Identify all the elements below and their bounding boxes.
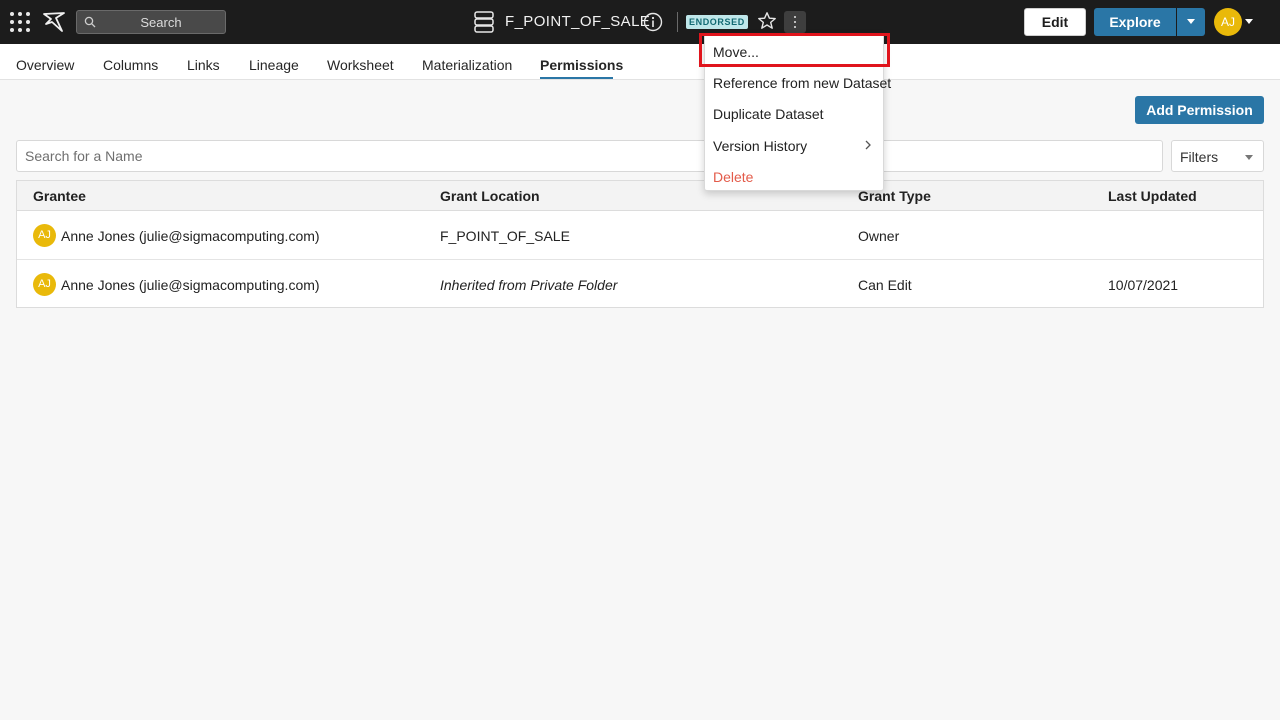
- tab-worksheet[interactable]: Worksheet: [327, 57, 394, 73]
- column-header-last-updated[interactable]: Last Updated: [1108, 188, 1197, 204]
- grant-type-cell: Can Edit: [858, 277, 912, 293]
- menu-item-delete[interactable]: Delete: [705, 161, 883, 191]
- search-label: Search: [140, 15, 182, 30]
- chevron-down-icon: [1187, 19, 1195, 24]
- menu-item-move[interactable]: Move...: [705, 36, 883, 66]
- tab-lineage[interactable]: Lineage: [249, 57, 299, 73]
- tab-materialization[interactable]: Materialization: [422, 57, 512, 73]
- filters-dropdown[interactable]: Filters: [1171, 140, 1264, 172]
- tab-permissions[interactable]: Permissions: [540, 57, 623, 73]
- last-updated-cell: 10/07/2021: [1108, 277, 1179, 293]
- table-row[interactable]: AJ Anne Jones (julie@sigmacomputing.com)…: [17, 211, 1263, 260]
- chevron-down-icon[interactable]: [1245, 19, 1253, 24]
- grantee-cell: Anne Jones (julie@sigmacomputing.com): [61, 228, 320, 244]
- permissions-table: Grantee Grant Location Grant Type Last U…: [16, 180, 1264, 308]
- filters-label: Filters: [1180, 149, 1219, 165]
- menu-item-label: Duplicate Dataset: [713, 106, 824, 122]
- chevron-down-icon: [1245, 155, 1253, 160]
- endorsed-badge: ENDORSED: [686, 15, 748, 29]
- menu-item-duplicate-dataset[interactable]: Duplicate Dataset: [705, 98, 883, 128]
- global-search[interactable]: Search: [76, 10, 226, 34]
- star-icon[interactable]: [757, 11, 777, 31]
- menu-item-label: Move...: [713, 44, 759, 60]
- grantee-cell: Anne Jones (julie@sigmacomputing.com): [61, 277, 320, 293]
- chevron-right-icon: [865, 140, 871, 150]
- edit-button[interactable]: Edit: [1024, 8, 1086, 36]
- avatar: AJ: [33, 224, 56, 247]
- more-options-menu: Move... Reference from new Dataset Dupli…: [704, 33, 891, 191]
- grant-location-cell: Inherited from Private Folder: [440, 277, 618, 293]
- menu-item-label: Delete: [713, 169, 754, 185]
- menu-item-label: Reference from new Dataset: [713, 75, 892, 91]
- avatar: AJ: [33, 273, 56, 296]
- column-header-grant-location[interactable]: Grant Location: [440, 188, 540, 204]
- grant-location-cell: F_POINT_OF_SALE: [440, 228, 570, 244]
- explore-button[interactable]: Explore: [1094, 8, 1176, 36]
- menu-item-version-history[interactable]: Version History: [705, 130, 883, 160]
- tab-overview[interactable]: Overview: [16, 57, 74, 73]
- column-header-grantee[interactable]: Grantee: [33, 188, 86, 204]
- menu-item-label: Version History: [713, 138, 808, 154]
- apps-grid-icon[interactable]: [9, 11, 31, 33]
- sigma-logo-icon[interactable]: [42, 10, 66, 34]
- table-header: Grantee Grant Location Grant Type Last U…: [17, 181, 1263, 211]
- explore-dropdown-button[interactable]: [1177, 8, 1205, 36]
- tab-links[interactable]: Links: [187, 57, 220, 73]
- more-options-button[interactable]: [784, 11, 806, 33]
- top-bar: Search F_POINT_OF_SALE ENDORSED Edit Exp…: [0, 0, 1280, 44]
- table-row[interactable]: AJ Anne Jones (julie@sigmacomputing.com)…: [17, 260, 1263, 309]
- more-dot: [794, 21, 796, 23]
- tab-columns[interactable]: Columns: [103, 57, 158, 73]
- info-icon[interactable]: [643, 12, 663, 32]
- more-dot: [794, 26, 796, 28]
- name-search-input[interactable]: [16, 140, 1163, 172]
- grant-type-cell: Owner: [858, 228, 900, 244]
- user-avatar[interactable]: AJ: [1214, 8, 1242, 36]
- add-permission-button[interactable]: Add Permission: [1135, 96, 1264, 124]
- header-divider: [677, 12, 678, 32]
- dataset-icon: [474, 11, 494, 33]
- menu-item-reference-from-new-dataset[interactable]: Reference from new Dataset: [705, 67, 891, 97]
- active-tab-indicator: [540, 77, 613, 79]
- document-title[interactable]: F_POINT_OF_SALE: [505, 13, 650, 30]
- tab-bar: Overview Columns Links Lineage Worksheet…: [0, 44, 1280, 80]
- more-dot: [794, 16, 796, 18]
